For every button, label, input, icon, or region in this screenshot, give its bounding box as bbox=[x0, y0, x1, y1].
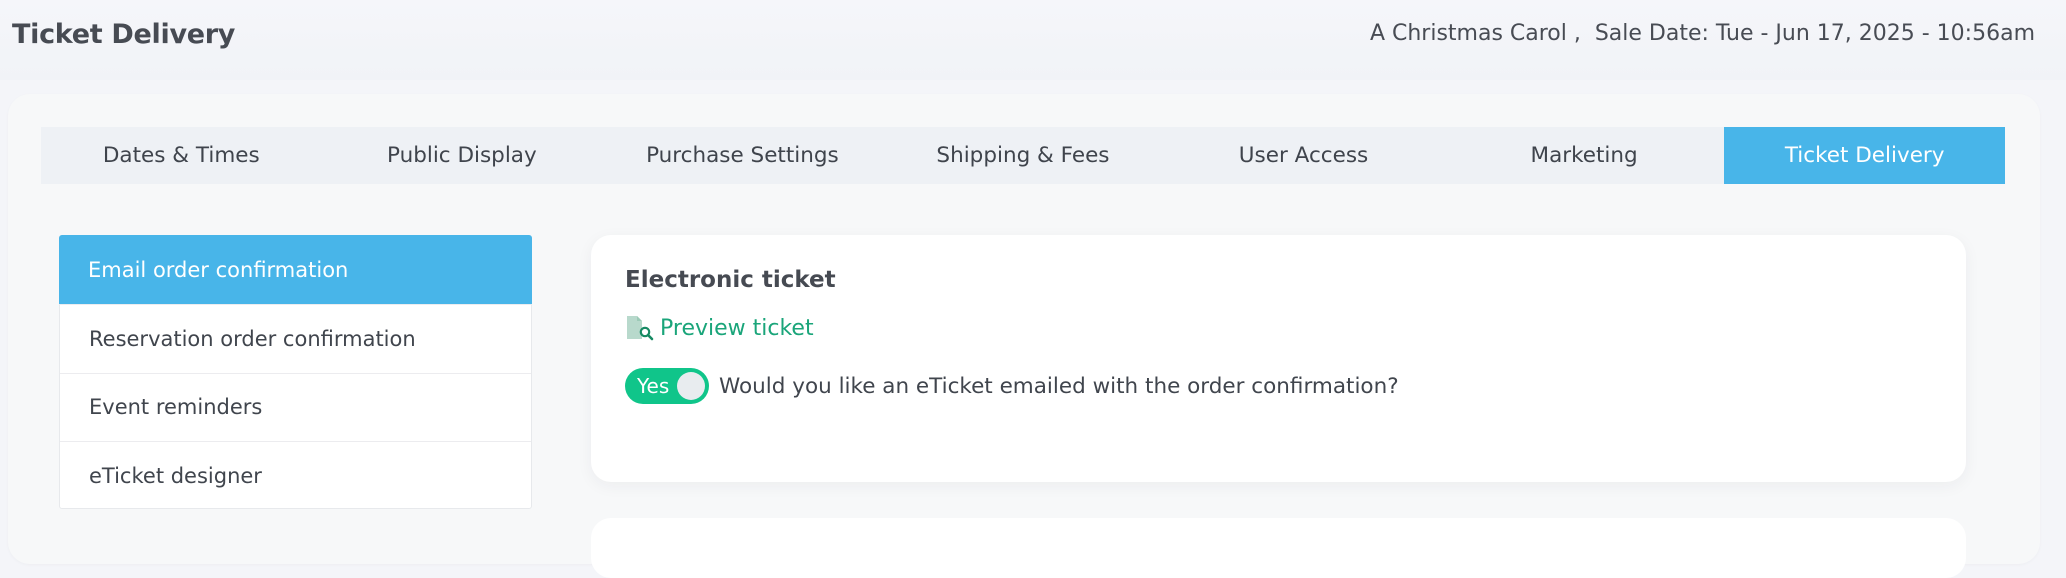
tab-shipping-fees[interactable]: Shipping & Fees bbox=[883, 127, 1164, 184]
eticket-toggle-row: Yes Would you like an eTicket emailed wi… bbox=[625, 368, 1399, 404]
toggle-knob bbox=[677, 372, 705, 400]
electronic-ticket-card: Electronic ticket Preview ticket Yes Wou… bbox=[591, 235, 1966, 482]
tab-dates-times[interactable]: Dates & Times bbox=[41, 127, 322, 184]
event-sale-info: A Christmas Carol , Sale Date: Tue - Jun… bbox=[1369, 21, 2035, 46]
preview-ticket-label: Preview ticket bbox=[660, 315, 814, 341]
preview-ticket-link[interactable]: Preview ticket bbox=[625, 315, 814, 341]
settings-tabbar: Dates & Times Public Display Purchase Se… bbox=[41, 127, 2005, 184]
side-item-reservation-order-confirmation[interactable]: Reservation order confirmation bbox=[60, 305, 531, 374]
page-title: Ticket Delivery bbox=[12, 19, 236, 50]
side-item-event-reminders[interactable]: Event reminders bbox=[60, 374, 531, 442]
side-item-eticket-designer[interactable]: eTicket designer bbox=[60, 442, 531, 511]
tab-ticket-delivery[interactable]: Ticket Delivery bbox=[1724, 127, 2005, 184]
delivery-side-menu: Email order confirmation Reservation ord… bbox=[59, 235, 532, 509]
eticket-email-question: Would you like an eTicket emailed with t… bbox=[719, 373, 1399, 399]
tab-user-access[interactable]: User Access bbox=[1163, 127, 1444, 184]
next-settings-card bbox=[591, 518, 1966, 578]
eticket-email-toggle[interactable]: Yes bbox=[625, 368, 709, 404]
file-search-icon bbox=[627, 316, 654, 341]
side-item-email-order-confirmation[interactable]: Email order confirmation bbox=[59, 235, 532, 305]
tab-public-display[interactable]: Public Display bbox=[322, 127, 603, 184]
card-title: Electronic ticket bbox=[625, 267, 836, 293]
toggle-label: Yes bbox=[637, 374, 670, 398]
tab-purchase-settings[interactable]: Purchase Settings bbox=[602, 127, 883, 184]
tab-marketing[interactable]: Marketing bbox=[1444, 127, 1725, 184]
page-header: Ticket Delivery A Christmas Carol , Sale… bbox=[0, 0, 2066, 80]
